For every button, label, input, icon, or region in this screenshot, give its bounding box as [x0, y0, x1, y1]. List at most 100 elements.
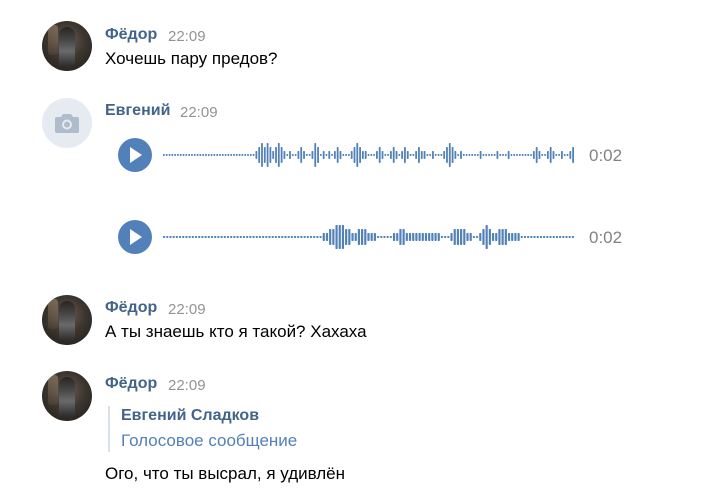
waveform-bar — [421, 233, 424, 241]
waveform-bar — [546, 151, 549, 159]
waveform-bar — [361, 151, 364, 159]
waveform-bar — [559, 236, 562, 238]
waveform-bar — [544, 154, 546, 156]
quote-text[interactable]: Голосовое сообщение — [121, 431, 297, 451]
waveform-bar — [317, 147, 319, 163]
voice-message: 0:02 — [118, 220, 638, 254]
waveform-bar — [566, 154, 569, 156]
waveform-bar — [272, 151, 275, 159]
waveform-bar — [325, 154, 328, 156]
waveform-bar — [359, 147, 361, 163]
waveform-bar — [552, 236, 555, 238]
waveform-bar — [383, 236, 386, 238]
quote-author[interactable]: Евгений Сладков — [121, 407, 259, 425]
avatar-photo-figure — [59, 27, 75, 67]
waveform-bar — [502, 154, 504, 156]
waveform-bar — [457, 154, 460, 156]
waveform-bar — [351, 233, 354, 241]
waveform-bar — [258, 147, 261, 163]
waveform-bar — [263, 147, 266, 163]
waveform-bar — [357, 229, 361, 245]
waveform-bar — [395, 151, 398, 159]
waveform-bar — [418, 233, 421, 241]
waveform-bar — [549, 147, 552, 163]
waveform-bar — [552, 151, 555, 159]
message-time[interactable]: 22:09 — [168, 377, 206, 394]
waveform-bar — [329, 229, 332, 245]
forwarded-quote[interactable]: Евгений Сладков Голосовое сообщение — [108, 406, 297, 452]
waveform-bar — [338, 225, 341, 249]
waveform-bar — [306, 236, 309, 238]
message-author[interactable]: Фёдор — [105, 26, 157, 44]
waveform-bar — [447, 236, 450, 238]
waveform-bar — [179, 154, 182, 156]
avatar[interactable] — [42, 98, 92, 148]
waveform-bar — [434, 154, 437, 156]
avatar-photo-figure — [59, 301, 75, 341]
waveform-bar — [424, 233, 428, 241]
avatar[interactable] — [42, 21, 92, 71]
waveform-bar — [523, 236, 527, 238]
waveform-bar — [468, 154, 471, 156]
waveform-bar — [465, 154, 468, 156]
waveform-bar — [454, 151, 457, 159]
waveform-bar — [342, 154, 345, 156]
waveform-bar — [345, 154, 347, 156]
message-time[interactable]: 22:09 — [168, 28, 206, 45]
waveform-bar — [214, 236, 217, 238]
waveform-bar — [325, 233, 329, 241]
waveform-bar — [182, 154, 185, 156]
waveform-bar — [474, 154, 476, 156]
message-author[interactable]: Евгений — [105, 102, 170, 120]
play-button[interactable] — [118, 220, 152, 254]
waveform-bar — [384, 154, 387, 156]
waveform-bar — [265, 236, 268, 238]
waveform-bar — [485, 225, 488, 249]
voice-waveform[interactable] — [163, 138, 575, 172]
waveform-bar — [188, 236, 191, 238]
message-text: Хочешь пару предов? — [105, 49, 278, 68]
play-button[interactable] — [118, 138, 152, 172]
waveform-bar — [479, 151, 482, 159]
waveform-bar — [535, 147, 538, 163]
voice-waveform[interactable] — [163, 220, 575, 254]
waveform-bar — [558, 154, 560, 156]
waveform-bar — [466, 233, 469, 241]
avatar[interactable] — [42, 295, 92, 345]
message-time[interactable]: 22:09 — [180, 104, 218, 121]
waveform-bar — [319, 154, 322, 156]
avatar-photo-light — [48, 375, 58, 405]
message-author[interactable]: Фёдор — [105, 375, 157, 393]
message-author[interactable]: Фёдор — [105, 299, 157, 317]
waveform-bar — [341, 225, 345, 249]
waveform-bar — [543, 236, 546, 238]
waveform-bar — [370, 233, 373, 241]
waveform-bar — [202, 154, 205, 156]
waveform-bar — [163, 154, 165, 156]
waveform-bar — [193, 154, 196, 156]
play-icon — [130, 147, 142, 163]
waveform-bar — [373, 233, 376, 241]
waveform-bar — [303, 151, 305, 159]
message-time[interactable]: 22:09 — [168, 301, 206, 318]
waveform-bar — [277, 143, 280, 167]
waveform-bar — [364, 151, 367, 159]
waveform-bar — [367, 154, 370, 156]
waveform-bar — [450, 233, 453, 241]
waveform-bar — [177, 154, 179, 156]
waveform-bar — [471, 154, 474, 156]
waveform-bar — [297, 236, 300, 238]
waveform-bar — [396, 233, 399, 241]
avatar[interactable] — [42, 371, 92, 421]
waveform-bar — [242, 236, 246, 238]
waveform-bar — [196, 154, 199, 156]
waveform-bar — [569, 151, 572, 159]
waveform-bar — [308, 154, 311, 156]
waveform-bar — [555, 154, 558, 156]
waveform-bar — [521, 154, 524, 156]
waveform-bar — [165, 154, 168, 156]
waveform-bar — [479, 233, 482, 241]
waveform-bar — [345, 229, 348, 245]
waveform-bar — [255, 236, 258, 238]
waveform-bar — [563, 154, 566, 156]
